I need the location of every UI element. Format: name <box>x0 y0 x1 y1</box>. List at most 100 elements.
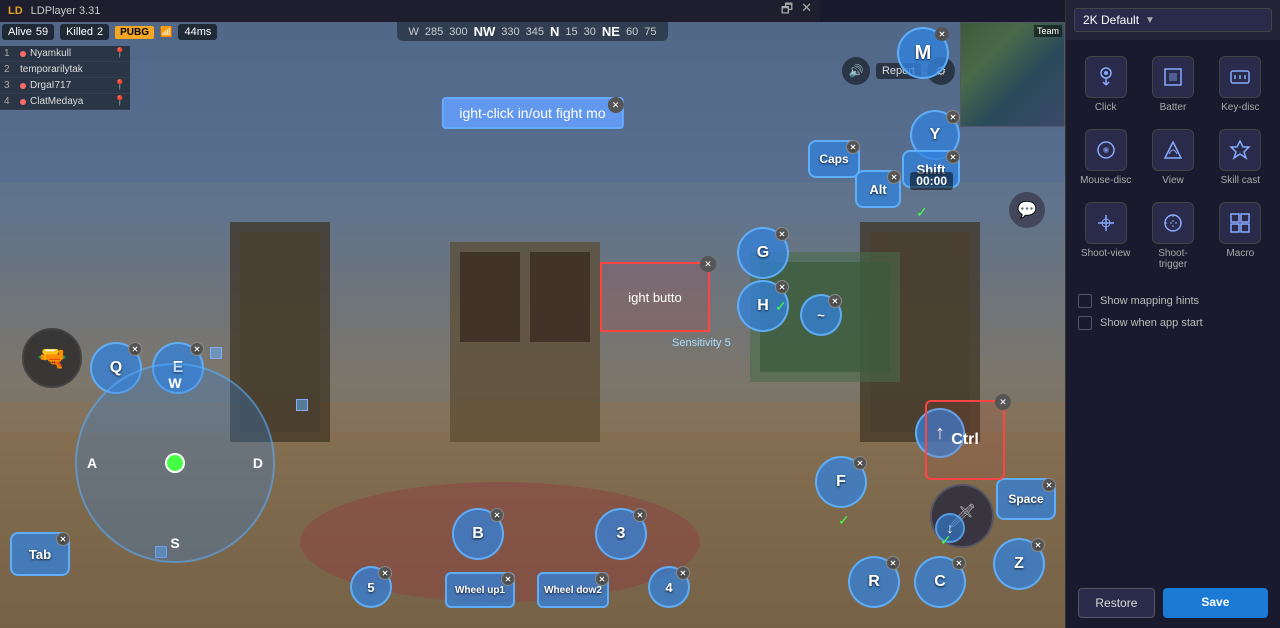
right-panel: 2K Default ▼ Click Batter Key-disc <box>1065 0 1280 628</box>
dropdown-arrow-icon: ▼ <box>1145 15 1155 26</box>
checkboxes: Show mapping hints Show when app start <box>1066 286 1280 338</box>
minimap[interactable]: Team <box>960 22 1065 127</box>
player-item: 2 temporarilytak <box>0 62 130 78</box>
chat-icon[interactable]: 💬 <box>1009 192 1045 228</box>
ping-badge: 44ms <box>178 24 217 40</box>
joystick[interactable]: W A S D <box>75 363 275 563</box>
caps-close-icon[interactable]: ✕ <box>846 140 860 154</box>
tool-shoot-view[interactable]: Shoot-view <box>1074 196 1137 276</box>
wheel-up-close-icon[interactable]: ✕ <box>501 572 515 586</box>
space-close-icon[interactable]: ✕ <box>1042 478 1056 492</box>
r-close-icon[interactable]: ✕ <box>886 556 900 570</box>
save-button[interactable]: Save <box>1163 588 1268 618</box>
g-key-button[interactable]: G ✕ <box>737 227 789 279</box>
g-close-icon[interactable]: ✕ <box>775 227 789 241</box>
m-key-button[interactable]: M ✕ <box>897 27 949 79</box>
show-mapping-hints-label: Show mapping hints <box>1100 295 1199 307</box>
mouse-disc-tool-icon <box>1085 129 1127 171</box>
shift-close-icon[interactable]: ✕ <box>946 150 960 164</box>
panel-header: 2K Default ▼ <box>1066 0 1280 40</box>
preset-dropdown[interactable]: 2K Default ▼ <box>1074 8 1272 32</box>
3-close-icon[interactable]: ✕ <box>633 508 647 522</box>
hud-stats: Alive 59 Killed 2 PUBG 📶 44ms <box>2 24 217 40</box>
h-close-icon[interactable]: ✕ <box>775 280 789 294</box>
y-close-icon[interactable]: ✕ <box>946 110 960 124</box>
f-key-button[interactable]: F ✕ <box>815 456 867 508</box>
tool-click[interactable]: Click <box>1074 50 1137 119</box>
joystick-d: D <box>253 455 263 471</box>
tool-batter[interactable]: Batter <box>1141 50 1204 119</box>
show-when-app-start-label: Show when app start <box>1100 317 1203 329</box>
c-close-icon[interactable]: ✕ <box>952 556 966 570</box>
z-close-icon[interactable]: ✕ <box>1031 538 1045 552</box>
e-close-icon[interactable]: ✕ <box>190 342 204 356</box>
5-close-icon[interactable]: ✕ <box>378 566 392 580</box>
5-key-button[interactable]: 5 ✕ <box>350 566 392 608</box>
alt-key-button[interactable]: Alt ✕ <box>855 170 901 208</box>
restore-button[interactable]: Restore <box>1078 588 1155 618</box>
show-when-app-start-row[interactable]: Show when app start <box>1078 316 1268 330</box>
player-item: 3 DrgaI717 📍 <box>0 78 130 94</box>
compass-75: 75 <box>644 26 656 38</box>
3-key-button[interactable]: 3 ✕ <box>595 508 647 560</box>
player-item: 4 ClatMedaya 📍 <box>0 94 130 110</box>
4-key-button[interactable]: 4 ✕ <box>648 566 690 608</box>
q-close-icon[interactable]: ✕ <box>128 342 142 356</box>
right-btn-close-icon[interactable]: ✕ <box>700 256 716 272</box>
m-close-icon[interactable]: ✕ <box>935 27 949 41</box>
resize-handle-1[interactable] <box>210 347 222 359</box>
alive-label: Alive <box>8 26 32 38</box>
show-when-app-start-checkbox[interactable] <box>1078 316 1092 330</box>
4-close-icon[interactable]: ✕ <box>676 566 690 580</box>
close-icon[interactable]: ✕ <box>801 0 812 22</box>
compass-285: 285 <box>425 26 443 38</box>
batter-tool-icon <box>1152 56 1194 98</box>
ctrl-close-icon[interactable]: ✕ <box>995 394 1011 410</box>
tilde-key-button[interactable]: ~ ✕ <box>800 294 842 336</box>
tool-view[interactable]: View <box>1141 123 1204 192</box>
caps-key-button[interactable]: Caps ✕ <box>808 140 860 178</box>
z-key-button[interactable]: Z ✕ <box>993 538 1045 590</box>
joystick-w: W <box>168 375 181 391</box>
tool-shoot-trigger[interactable]: Shoot-trigger <box>1141 196 1204 276</box>
tool-macro[interactable]: Macro <box>1209 196 1272 276</box>
shoot-trigger-tool-icon <box>1152 202 1194 244</box>
window-controls[interactable]: 🗗 ✕ <box>781 0 812 22</box>
c-key-button[interactable]: C ✕ <box>914 556 966 608</box>
wheel-down-close-icon[interactable]: ✕ <box>595 572 609 586</box>
b-close-icon[interactable]: ✕ <box>490 508 504 522</box>
tab-key-button[interactable]: Tab ✕ <box>10 532 70 576</box>
compass-345: 345 <box>526 26 544 38</box>
ctrl-key-button[interactable]: Ctrl ✕ <box>925 400 1005 480</box>
gun-icon[interactable]: 🔫 <box>22 328 82 388</box>
volume-icon[interactable]: 🔊 <box>842 57 870 85</box>
restore-icon[interactable]: 🗗 <box>781 0 793 22</box>
right-button-box[interactable]: ight butto ✕ <box>600 262 710 332</box>
f-close-icon[interactable]: ✕ <box>853 456 867 470</box>
wheel-up-button[interactable]: Wheel up1 ✕ <box>445 572 515 608</box>
tool-skill-cast[interactable]: Skill cast <box>1209 123 1272 192</box>
app-logo: LD <box>8 5 23 17</box>
show-mapping-hints-checkbox[interactable] <box>1078 294 1092 308</box>
game-viewport[interactable]: Alive 59 Killed 2 PUBG 📶 44ms W 285 300 … <box>0 22 1065 628</box>
alive-badge: Alive 59 <box>2 24 54 40</box>
resize-handle-2[interactable] <box>296 399 308 411</box>
r-key-button[interactable]: R ✕ <box>848 556 900 608</box>
player-item: 1 Nyamkull 📍 <box>0 46 130 62</box>
tilde-close-icon[interactable]: ✕ <box>828 294 842 308</box>
compass-nw: NW <box>474 24 496 39</box>
alt-close-icon[interactable]: ✕ <box>887 170 901 184</box>
tool-key-disc[interactable]: Key-disc <box>1209 50 1272 119</box>
macro-tool-label: Macro <box>1226 248 1254 259</box>
tab-close-icon[interactable]: ✕ <box>56 532 70 546</box>
space-key-button[interactable]: Space ✕ <box>996 478 1056 520</box>
b-key-button[interactable]: B ✕ <box>452 508 504 560</box>
mouse-disc-tool-label: Mouse-disc <box>1080 175 1131 186</box>
joystick-labels: W A S D <box>77 365 273 561</box>
joystick-a: A <box>87 455 97 471</box>
show-mapping-hints-row[interactable]: Show mapping hints <box>1078 294 1268 308</box>
compass-n: N <box>550 24 559 39</box>
hint-close-icon[interactable]: ✕ <box>608 97 624 113</box>
wheel-down-button[interactable]: Wheel dow2 ✕ <box>537 572 609 608</box>
tool-mouse-disc[interactable]: Mouse-disc <box>1074 123 1137 192</box>
